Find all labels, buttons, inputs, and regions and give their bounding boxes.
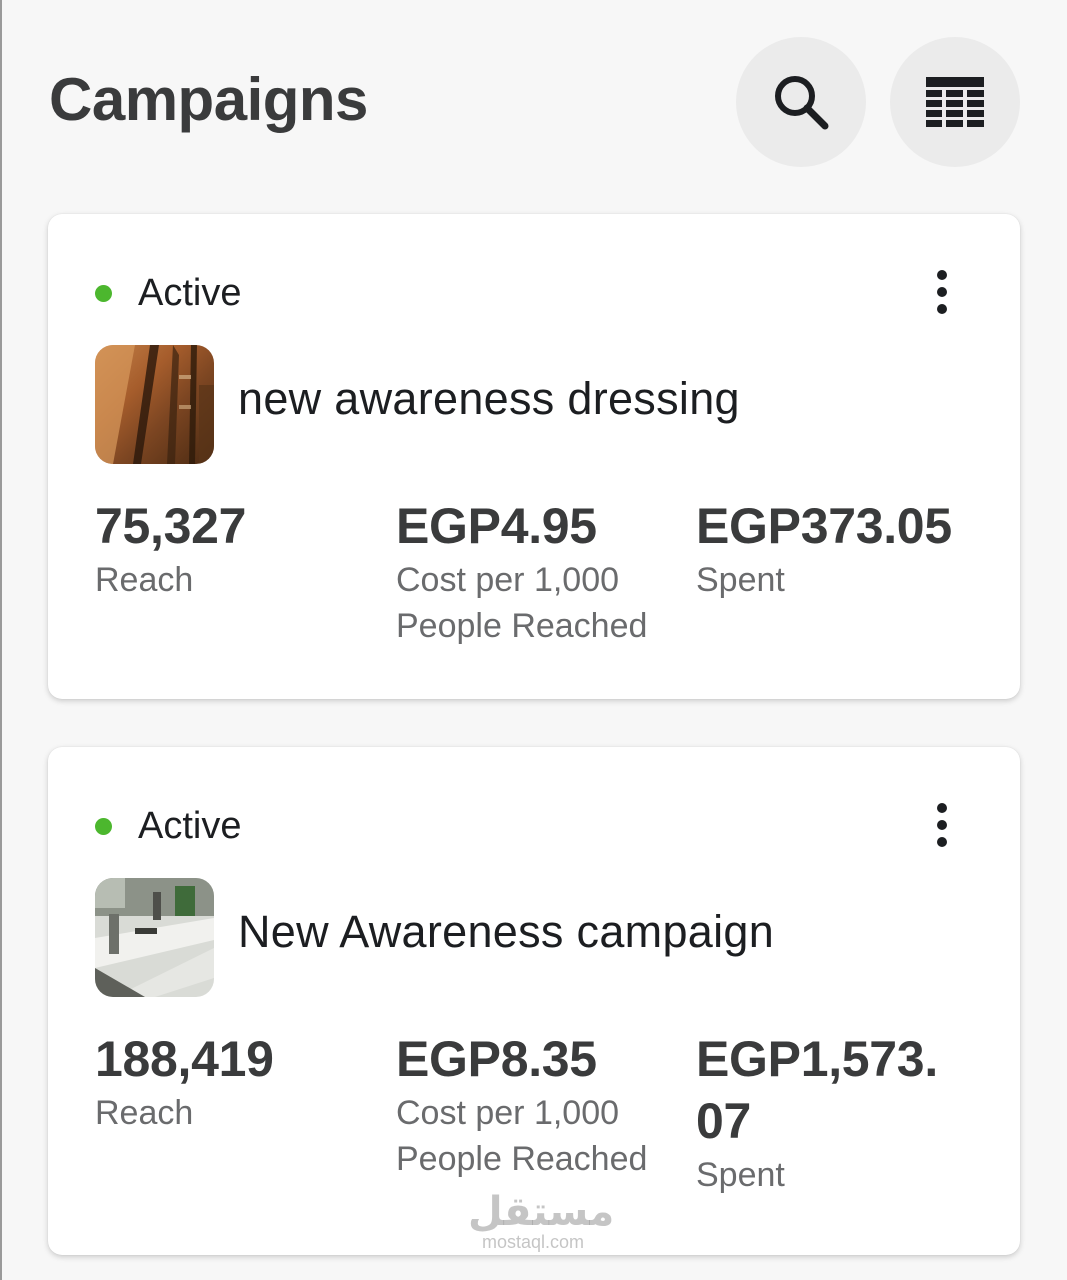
watermark-logo-text: مستقل [468,1190,615,1234]
metric-spent: EGP373.05 Spent [696,495,996,603]
status-label: Active [138,272,242,314]
metric-cpm: EGP8.35 Cost per 1,000 People Reached [396,1028,666,1182]
more-options-button[interactable] [924,264,960,320]
more-options-icon-dot [937,287,947,297]
watermark-domain: mostaql.com [481,1232,585,1252]
metric-cpm: EGP4.95 Cost per 1,000 People Reached [396,495,666,649]
cpm-value: EGP8.35 [396,1031,597,1087]
status-dot-active [95,285,112,302]
reach-value: 75,327 [95,498,247,554]
reach-label: Reach [95,1094,194,1132]
more-options-icon [937,270,947,280]
workshop-image [95,878,214,997]
page-title: Campaigns [49,66,368,133]
table-view-button[interactable] [890,37,1020,167]
status-dot-active [95,818,112,835]
more-options-icon-dot [937,837,947,847]
cpm-value: EGP4.95 [396,498,597,554]
metric-reach: 75,327 Reach [95,495,246,603]
campaign-card[interactable]: Active new awareness dressing 75,327 Rea… [48,214,1020,699]
watermark: مستقل mostaql.com [468,1190,615,1252]
metric-reach: 188,419 Reach [95,1028,274,1136]
table-view-icon [926,77,984,127]
more-options-icon-dot [937,304,947,314]
spent-label: Spent [696,1156,785,1194]
spent-value: EGP1,573.07 [696,1031,938,1149]
reach-value: 188,419 [95,1031,274,1087]
more-options-icon [937,803,947,813]
more-options-icon-dot [937,820,947,830]
campaign-card[interactable]: Active New Awareness campaign 188,419 Re… [48,747,1020,1255]
cpm-label: Cost per 1,000 People Reached [396,1094,648,1178]
spent-value: EGP373.05 [696,498,952,554]
search-button[interactable] [736,37,866,167]
search-icon [775,76,829,130]
metric-spent: EGP1,573.07 Spent [696,1028,952,1198]
more-options-button[interactable] [924,797,960,853]
reach-label: Reach [95,561,194,599]
campaign-name[interactable]: New Awareness campaign [238,906,774,958]
left-edge-divider [0,0,2,1280]
cpm-label: Cost per 1,000 People Reached [396,561,648,645]
campaign-thumbnail [95,878,214,997]
campaign-name[interactable]: new awareness dressing [238,373,740,425]
wooden-wardrobe-image [95,345,214,464]
spent-label: Spent [696,561,785,599]
campaign-thumbnail [95,345,214,464]
status-label: Active [138,805,242,847]
